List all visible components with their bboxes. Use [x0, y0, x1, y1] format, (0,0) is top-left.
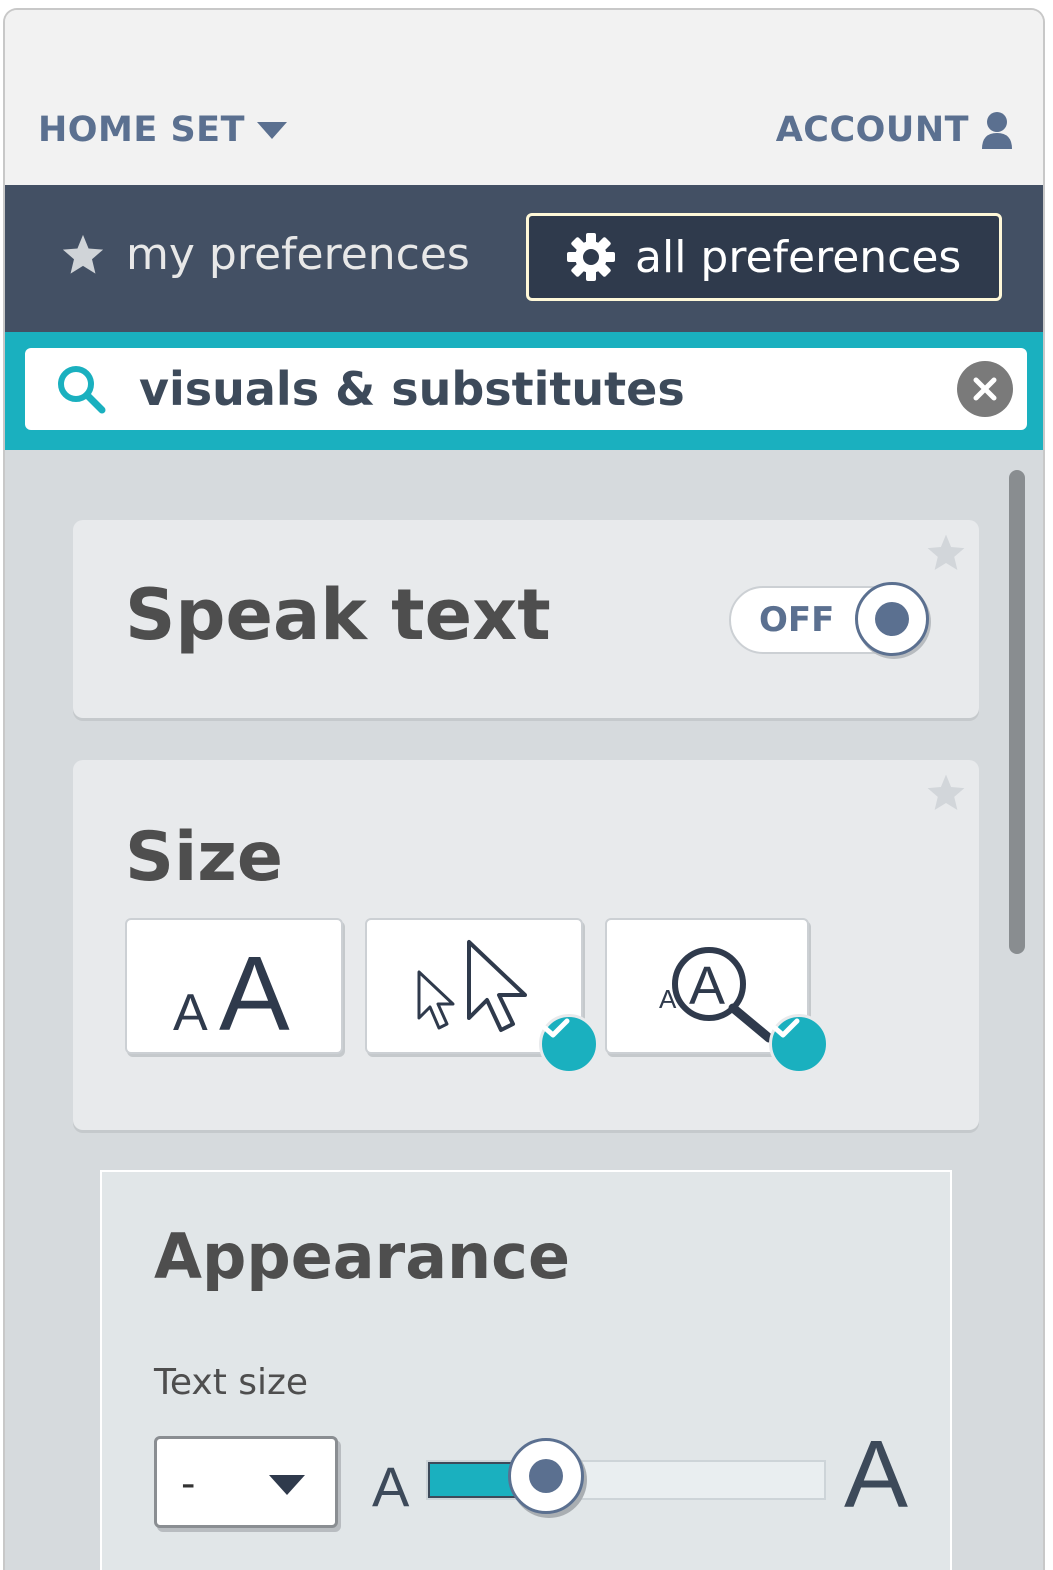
text-size-dropdown[interactable]: - [154, 1436, 338, 1528]
size-option-magnifier[interactable]: A A [605, 918, 829, 1074]
search-value: visuals & substitutes [139, 362, 685, 416]
preferences-tabs: my preferences all preferences [5, 185, 1043, 332]
tab-my-preferences[interactable]: my preferences [60, 229, 470, 280]
chevron-down-icon [269, 1475, 305, 1495]
search-input[interactable]: visuals & substitutes [25, 348, 1027, 430]
caret-down-icon [256, 122, 287, 139]
slider-max-label: A [844, 1421, 909, 1528]
search-bar: visuals & substitutes [5, 332, 1043, 450]
size-card: Size A A A A [73, 760, 979, 1130]
speak-text-title: Speak text [125, 574, 551, 656]
size-title: Size [125, 818, 283, 897]
speak-text-toggle[interactable]: OFF [729, 582, 929, 656]
star-icon [62, 234, 104, 274]
svg-text:A: A [173, 984, 208, 1042]
tab-all-preferences[interactable]: all preferences [526, 213, 1002, 301]
svg-text:A: A [689, 956, 725, 1016]
appearance-panel: Appearance Text size - A A [100, 1170, 952, 1570]
home-set-menu[interactable]: HOME SET [38, 110, 289, 150]
preferences-panel: HOME SET ACCOUNT my preferences all pref… [3, 8, 1045, 1570]
text-size-label: Text size [154, 1362, 309, 1403]
gear-icon [567, 233, 615, 281]
home-set-label: HOME SET [38, 110, 245, 150]
text-size-icon: A A [173, 935, 290, 1053]
scrollbar[interactable] [1009, 470, 1025, 954]
text-size-slider-track[interactable] [426, 1460, 826, 1500]
account-label: ACCOUNT [775, 110, 969, 150]
speak-text-card: Speak text OFF [73, 520, 979, 718]
size-option-text[interactable]: A A [125, 918, 343, 1054]
account-menu[interactable]: ACCOUNT [776, 110, 1013, 150]
dropdown-value: - [181, 1461, 196, 1507]
favorite-star-icon[interactable] [925, 772, 967, 814]
svg-text:A: A [219, 935, 290, 1053]
selected-check-icon [769, 1014, 829, 1074]
tab-all-preferences-label: all preferences [635, 231, 962, 283]
tab-my-preferences-label: my preferences [126, 229, 470, 280]
favorite-star-icon[interactable] [925, 532, 967, 574]
preferences-content: Speak text OFF Size A A A A Appearance T… [5, 450, 1043, 1570]
appearance-title: Appearance [154, 1220, 570, 1293]
top-bar: HOME SET ACCOUNT [5, 10, 1043, 185]
toggle-state-label: OFF [759, 600, 835, 640]
close-icon [973, 377, 997, 401]
user-icon [982, 112, 1012, 149]
size-option-cursor[interactable] [365, 918, 599, 1074]
slider-min-label: A [372, 1455, 410, 1518]
toggle-knob [855, 582, 929, 656]
selected-check-icon [539, 1014, 599, 1074]
search-icon [58, 366, 106, 414]
clear-search-button[interactable] [957, 361, 1013, 417]
text-size-slider-thumb[interactable] [508, 1438, 584, 1514]
